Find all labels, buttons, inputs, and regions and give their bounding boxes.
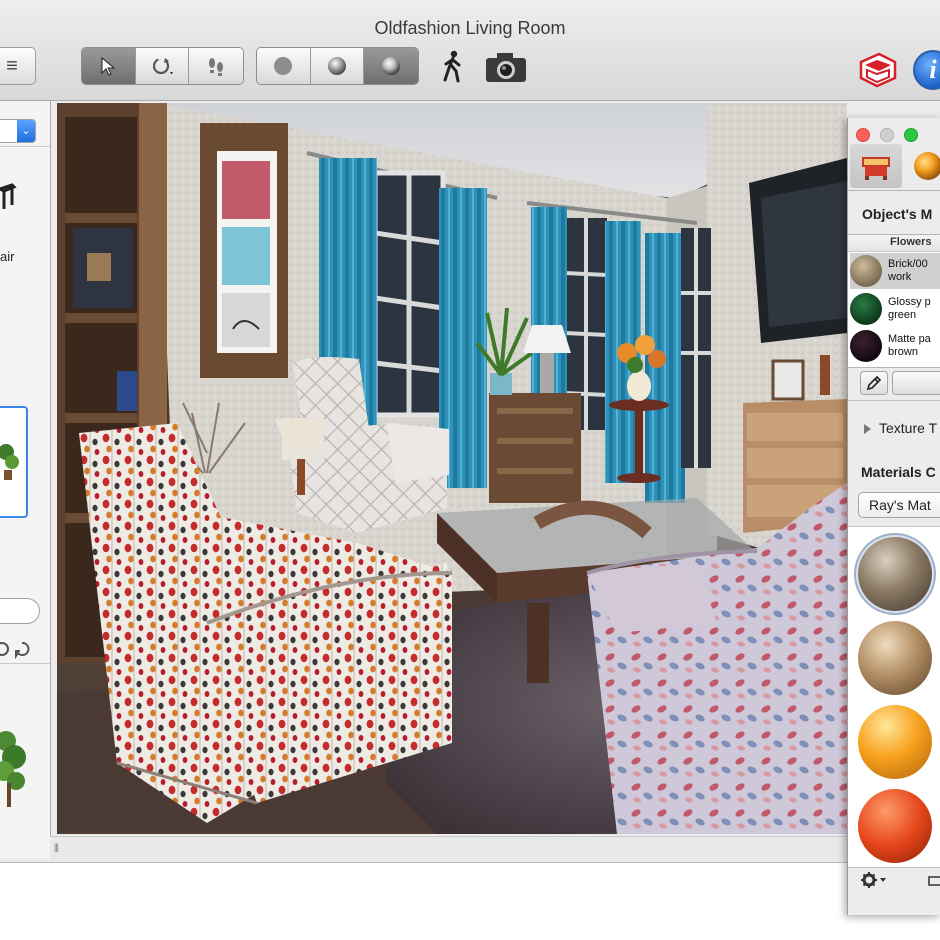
info-button[interactable]: i — [913, 50, 940, 90]
rotate-tool-icon — [152, 57, 173, 75]
catalog-search-input[interactable] — [0, 598, 40, 624]
rotate-tool-button[interactable] — [135, 48, 190, 84]
tree-thumbnail-icon[interactable] — [0, 721, 28, 811]
gear-icon — [861, 872, 886, 888]
materials-grid — [848, 526, 940, 868]
divider — [0, 663, 50, 664]
list-group-header: Flowers — [848, 235, 940, 252]
app-window: Oldfashion Living Room ≡ i ⌄ air ⦀ — [0, 0, 940, 863]
view-mode-flat-button[interactable] — [257, 48, 311, 84]
objects-materials-heading: Object's M — [862, 206, 933, 222]
eyedropper-icon — [866, 375, 882, 391]
chair-thumbnail-icon — [0, 183, 17, 209]
material-swatch — [850, 255, 882, 287]
material-label: Glossy p green — [888, 296, 931, 321]
material-swatch — [850, 330, 882, 362]
tab-materials[interactable] — [908, 146, 940, 186]
export-3d-icon — [859, 52, 897, 88]
catalog-item-label: air — [0, 249, 15, 264]
minimize-window-button[interactable] — [880, 128, 894, 142]
view-mode-rendered-button[interactable] — [364, 48, 418, 84]
menu-icon: ≡ — [6, 54, 18, 77]
view-mode-shaded-button[interactable] — [310, 48, 365, 84]
zoom-window-button[interactable] — [904, 128, 918, 142]
texture-section-label: Texture T — [879, 420, 938, 436]
close-window-button[interactable] — [856, 128, 870, 142]
export-button[interactable] — [857, 50, 899, 88]
material-swatch-floral-fabric[interactable] — [858, 537, 932, 611]
snapshot-button[interactable] — [484, 50, 528, 84]
list-item[interactable]: Matte pa brown — [850, 328, 940, 364]
tool-segmented-control — [81, 47, 244, 85]
divider — [0, 146, 50, 147]
resize-grip-icon[interactable]: ⦀ — [54, 843, 59, 856]
apply-material-button[interactable] — [892, 371, 940, 395]
tab-furniture[interactable] — [850, 144, 902, 188]
select-arrow-icon — [101, 56, 116, 76]
camera-icon — [486, 53, 526, 82]
list-item[interactable]: Brick/00 work — [850, 253, 940, 289]
view-mode-rendered-icon — [382, 57, 401, 75]
footprints-icon — [209, 58, 224, 76]
material-sphere-icon — [914, 152, 940, 180]
plant-thumbnail-icon — [0, 444, 19, 480]
material-swatch-tan-fabric[interactable] — [858, 621, 932, 695]
rendered-room-scene — [57, 103, 847, 834]
inspector-tab-bar — [848, 142, 940, 191]
catalog-category-select[interactable]: ⌄ — [0, 119, 36, 143]
info-icon: i — [929, 55, 937, 84]
walking-person-icon — [443, 50, 461, 83]
eyedropper-button[interactable] — [860, 371, 888, 395]
toolbar: Oldfashion Living Room ≡ i — [0, 0, 940, 101]
menu-button[interactable]: ≡ — [0, 47, 36, 85]
catalog-view-button[interactable] — [928, 874, 940, 888]
catalog-panel: ⌄ air — [0, 101, 51, 858]
list-view-icon — [928, 876, 940, 886]
select-tool-button[interactable] — [82, 48, 136, 84]
materials-catalog-heading: Materials C — [861, 464, 936, 480]
object-group-label: Flowers — [890, 236, 932, 248]
window-title: Oldfashion Living Room — [374, 18, 566, 38]
disclosure-triangle-icon[interactable] — [864, 424, 871, 434]
settings-menu-button[interactable] — [860, 870, 888, 892]
material-label: Brick/00 work — [888, 258, 928, 283]
refresh-icon[interactable] — [15, 642, 30, 659]
search-icon[interactable] — [0, 642, 9, 656]
object-materials-list: Flowers Brick/00 work Glossy p green Mat… — [848, 234, 940, 368]
material-swatch-red-orange-matte[interactable] — [858, 789, 932, 863]
list-item[interactable]: Glossy p green — [850, 291, 940, 327]
catalog-item-selected[interactable] — [0, 406, 28, 518]
materials-library-value: Ray's Mat — [869, 497, 931, 513]
footprints-tool-button[interactable] — [189, 48, 243, 84]
status-bar: ⦀ — [50, 836, 847, 861]
material-swatch-orange-glossy[interactable] — [858, 705, 932, 779]
materials-library-select[interactable]: Ray's Mat — [858, 492, 940, 518]
chevron-down-icon: ⌄ — [17, 120, 35, 142]
catalog-tools — [0, 642, 30, 659]
3d-viewport[interactable] — [57, 103, 847, 834]
material-swatch — [850, 293, 882, 325]
furniture-icon — [862, 157, 890, 180]
view-mode-shaded-icon — [328, 57, 346, 75]
material-tools-row — [848, 366, 940, 401]
view-mode-segmented-control — [256, 47, 419, 85]
material-label: Matte pa brown — [888, 333, 931, 358]
view-mode-flat-icon — [274, 57, 293, 75]
inspector-palette: Object's M Flowers Brick/00 work Glossy … — [847, 118, 940, 915]
walk-mode-button[interactable] — [437, 50, 469, 84]
